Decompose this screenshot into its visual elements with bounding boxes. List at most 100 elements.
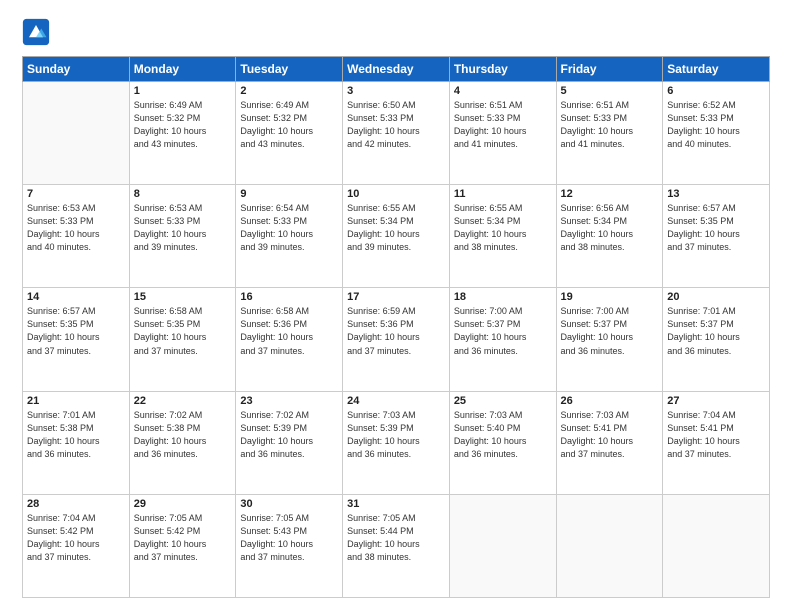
weekday-header-row: SundayMondayTuesdayWednesdayThursdayFrid… — [23, 57, 770, 82]
calendar-cell: 18Sunrise: 7:00 AM Sunset: 5:37 PM Dayli… — [449, 288, 556, 391]
day-number: 5 — [561, 85, 659, 97]
day-info: Sunrise: 7:02 AM Sunset: 5:38 PM Dayligh… — [134, 409, 232, 461]
calendar-cell — [449, 494, 556, 597]
calendar-cell: 17 Sunrise: 6:59 AM Sunset: 5:36 PM Dayli… — [343, 288, 450, 391]
day-number: 28 — [27, 498, 125, 510]
calendar-cell: 21Sunrise: 7:01 AM Sunset: 5:38 PM Dayli… — [23, 391, 130, 494]
day-info: Sunrise: 6:53 AM Sunset: 5:33 PM Dayligh… — [134, 202, 232, 254]
day-info: Sunrise: 7:03 AM Sunset: 5:41 PM Dayligh… — [561, 409, 659, 461]
calendar-cell: 28 Sunrise: 7:04 AM Sunset: 5:42 PM Dayli… — [23, 494, 130, 597]
calendar-cell: 13 Sunrise: 6:57 AM Sunset: 5:35 PM Dayli… — [663, 185, 770, 288]
calendar-cell: 26 Sunrise: 7:03 AM Sunset: 5:41 PM Dayli… — [556, 391, 663, 494]
calendar-cell: 20 Sunrise: 7:01 AM Sunset: 5:37 PM Dayli… — [663, 288, 770, 391]
day-number: 19 — [561, 291, 659, 303]
calendar-cell: 24 Sunrise: 7:03 AM Sunset: 5:39 PM Dayli… — [343, 391, 450, 494]
day-info: Sunrise: 7:03 AM Sunset: 5:40 PM Dayligh… — [454, 409, 552, 461]
week-row-0: 1 Sunrise: 6:49 AM Sunset: 5:32 PM Daylig… — [23, 82, 770, 185]
day-number: 3 — [347, 85, 445, 97]
day-info: Sunrise: 7:02 AM Sunset: 5:39 PM Dayligh… — [240, 409, 338, 461]
day-number: 20 — [667, 291, 765, 303]
day-info: Sunrise: 6:53 AM Sunset: 5:33 PM Dayligh… — [27, 202, 125, 254]
logo-icon — [22, 18, 50, 46]
day-number: 15 — [134, 291, 232, 303]
day-info: Sunrise: 7:05 AM Sunset: 5:42 PM Dayligh… — [134, 512, 232, 564]
day-number: 10 — [347, 188, 445, 200]
day-info: Sunrise: 6:54 AM Sunset: 5:33 PM Dayligh… — [240, 202, 338, 254]
weekday-header-thursday: Thursday — [449, 57, 556, 82]
day-number: 16 — [240, 291, 338, 303]
calendar-cell: 9 Sunrise: 6:54 AM Sunset: 5:33 PM Daylig… — [236, 185, 343, 288]
day-number: 1 — [134, 85, 232, 97]
page: SundayMondayTuesdayWednesdayThursdayFrid… — [0, 0, 792, 612]
day-number: 17 — [347, 291, 445, 303]
calendar-cell: 19 Sunrise: 7:00 AM Sunset: 5:37 PM Dayli… — [556, 288, 663, 391]
calendar-cell: 30Sunrise: 7:05 AM Sunset: 5:43 PM Dayli… — [236, 494, 343, 597]
day-info: Sunrise: 6:59 AM Sunset: 5:36 PM Dayligh… — [347, 305, 445, 357]
calendar-cell: 2 Sunrise: 6:49 AM Sunset: 5:32 PM Daylig… — [236, 82, 343, 185]
day-number: 13 — [667, 188, 765, 200]
day-number: 6 — [667, 85, 765, 97]
day-number: 26 — [561, 395, 659, 407]
calendar-cell: 31Sunrise: 7:05 AM Sunset: 5:44 PM Dayli… — [343, 494, 450, 597]
calendar-cell: 7 Sunrise: 6:53 AM Sunset: 5:33 PM Daylig… — [23, 185, 130, 288]
day-info: Sunrise: 7:05 AM Sunset: 5:44 PM Dayligh… — [347, 512, 445, 564]
day-number: 23 — [240, 395, 338, 407]
day-info: Sunrise: 7:01 AM Sunset: 5:37 PM Dayligh… — [667, 305, 765, 357]
calendar-cell: 22 Sunrise: 7:02 AM Sunset: 5:38 PM Dayli… — [129, 391, 236, 494]
calendar-cell: 4 Sunrise: 6:51 AM Sunset: 5:33 PM Daylig… — [449, 82, 556, 185]
day-info: Sunrise: 6:55 AM Sunset: 5:34 PM Dayligh… — [347, 202, 445, 254]
day-info: Sunrise: 6:51 AM Sunset: 5:33 PM Dayligh… — [561, 99, 659, 151]
day-number: 9 — [240, 188, 338, 200]
weekday-header-wednesday: Wednesday — [343, 57, 450, 82]
day-info: Sunrise: 6:50 AM Sunset: 5:33 PM Dayligh… — [347, 99, 445, 151]
week-row-4: 28 Sunrise: 7:04 AM Sunset: 5:42 PM Dayli… — [23, 494, 770, 597]
day-info: Sunrise: 6:51 AM Sunset: 5:33 PM Dayligh… — [454, 99, 552, 151]
weekday-header-tuesday: Tuesday — [236, 57, 343, 82]
calendar-cell — [556, 494, 663, 597]
calendar-body: 1 Sunrise: 6:49 AM Sunset: 5:32 PM Daylig… — [23, 82, 770, 598]
day-info: Sunrise: 6:55 AM Sunset: 5:34 PM Dayligh… — [454, 202, 552, 254]
day-info: Sunrise: 7:01 AM Sunset: 5:38 PM Dayligh… — [27, 409, 125, 461]
day-info: Sunrise: 7:04 AM Sunset: 5:41 PM Dayligh… — [667, 409, 765, 461]
day-number: 7 — [27, 188, 125, 200]
calendar-cell: 12Sunrise: 6:56 AM Sunset: 5:34 PM Dayli… — [556, 185, 663, 288]
day-info: Sunrise: 6:58 AM Sunset: 5:35 PM Dayligh… — [134, 305, 232, 357]
calendar-cell: 3 Sunrise: 6:50 AM Sunset: 5:33 PM Daylig… — [343, 82, 450, 185]
day-number: 12 — [561, 188, 659, 200]
day-info: Sunrise: 6:57 AM Sunset: 5:35 PM Dayligh… — [667, 202, 765, 254]
calendar-cell — [23, 82, 130, 185]
day-info: Sunrise: 6:57 AM Sunset: 5:35 PM Dayligh… — [27, 305, 125, 357]
week-row-3: 21Sunrise: 7:01 AM Sunset: 5:38 PM Dayli… — [23, 391, 770, 494]
week-row-2: 14 Sunrise: 6:57 AM Sunset: 5:35 PM Dayli… — [23, 288, 770, 391]
calendar-cell: 1 Sunrise: 6:49 AM Sunset: 5:32 PM Daylig… — [129, 82, 236, 185]
calendar-cell: 11 Sunrise: 6:55 AM Sunset: 5:34 PM Dayli… — [449, 185, 556, 288]
logo — [22, 18, 54, 46]
day-info: Sunrise: 7:03 AM Sunset: 5:39 PM Dayligh… — [347, 409, 445, 461]
day-info: Sunrise: 7:00 AM Sunset: 5:37 PM Dayligh… — [454, 305, 552, 357]
weekday-header-friday: Friday — [556, 57, 663, 82]
calendar-cell: 5 Sunrise: 6:51 AM Sunset: 5:33 PM Daylig… — [556, 82, 663, 185]
day-number: 11 — [454, 188, 552, 200]
calendar-table: SundayMondayTuesdayWednesdayThursdayFrid… — [22, 56, 770, 598]
day-info: Sunrise: 6:52 AM Sunset: 5:33 PM Dayligh… — [667, 99, 765, 151]
day-info: Sunrise: 6:49 AM Sunset: 5:32 PM Dayligh… — [134, 99, 232, 151]
weekday-header-monday: Monday — [129, 57, 236, 82]
day-number: 8 — [134, 188, 232, 200]
day-number: 14 — [27, 291, 125, 303]
day-info: Sunrise: 6:49 AM Sunset: 5:32 PM Dayligh… — [240, 99, 338, 151]
calendar-cell: 27Sunrise: 7:04 AM Sunset: 5:41 PM Dayli… — [663, 391, 770, 494]
calendar-cell: 29 Sunrise: 7:05 AM Sunset: 5:42 PM Dayli… — [129, 494, 236, 597]
calendar-cell: 14 Sunrise: 6:57 AM Sunset: 5:35 PM Dayli… — [23, 288, 130, 391]
day-info: Sunrise: 7:04 AM Sunset: 5:42 PM Dayligh… — [27, 512, 125, 564]
day-number: 29 — [134, 498, 232, 510]
day-number: 24 — [347, 395, 445, 407]
week-row-1: 7 Sunrise: 6:53 AM Sunset: 5:33 PM Daylig… — [23, 185, 770, 288]
day-number: 22 — [134, 395, 232, 407]
day-number: 2 — [240, 85, 338, 97]
weekday-header-saturday: Saturday — [663, 57, 770, 82]
calendar-cell: 16Sunrise: 6:58 AM Sunset: 5:36 PM Dayli… — [236, 288, 343, 391]
header — [22, 18, 770, 46]
calendar-cell — [663, 494, 770, 597]
day-info: Sunrise: 7:00 AM Sunset: 5:37 PM Dayligh… — [561, 305, 659, 357]
day-number: 4 — [454, 85, 552, 97]
